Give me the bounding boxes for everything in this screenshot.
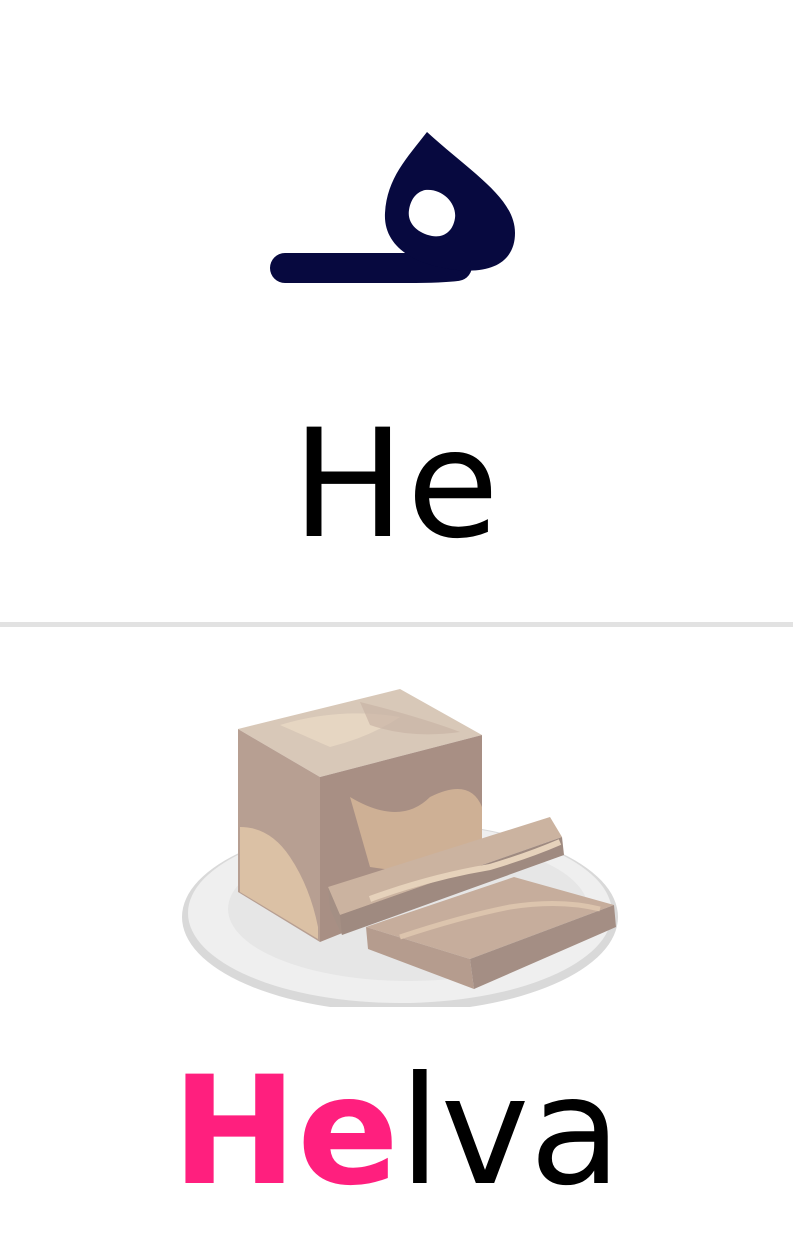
- halva-on-plate-illustration: [170, 677, 630, 1012]
- letter-name: He: [291, 398, 502, 572]
- letter-card: He: [0, 0, 793, 623]
- example-word: Helva: [0, 1047, 793, 1217]
- word-card: Helva: [0, 627, 793, 1249]
- word-highlight: He: [171, 1045, 399, 1219]
- word-rest: lva: [398, 1045, 622, 1219]
- arabic-heh-medial-icon: [0, 118, 793, 298]
